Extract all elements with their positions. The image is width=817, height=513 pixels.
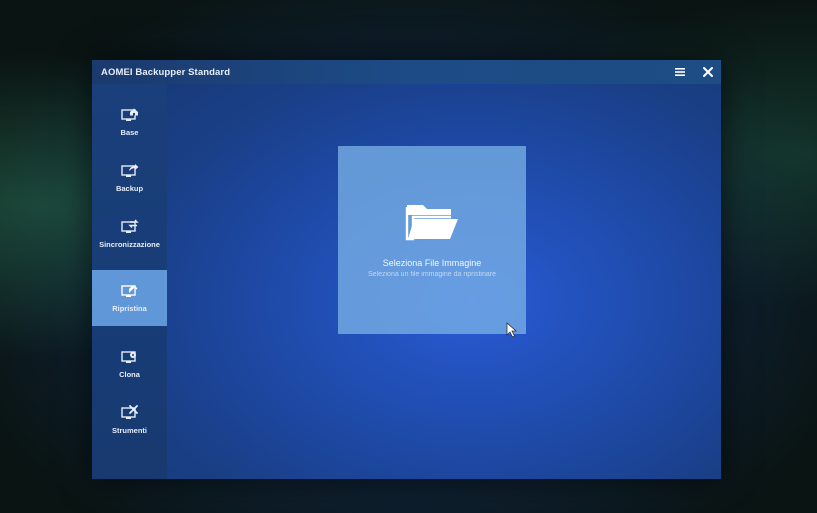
monitor-tools-icon: [120, 405, 138, 419]
main-content: Seleziona File Immagine Seleziona un fil…: [167, 84, 721, 479]
select-image-file-card[interactable]: Seleziona File Immagine Seleziona un fil…: [338, 146, 526, 334]
sidebar-item-strumenti[interactable]: Strumenti: [92, 392, 167, 448]
sidebar: Base Backup Sincronizzazione Ripristina …: [92, 84, 167, 479]
sidebar-item-backup[interactable]: Backup: [92, 150, 167, 206]
sidebar-item-ripristina[interactable]: Ripristina: [92, 270, 167, 326]
sidebar-item-label: Base: [120, 128, 139, 137]
sidebar-item-label: Ripristina: [112, 304, 147, 313]
title-bar-controls: [673, 60, 715, 84]
sidebar-item-label: Sincronizzazione: [99, 240, 160, 249]
monitor-sync-icon: [120, 219, 139, 233]
sidebar-item-sincronizzazione[interactable]: Sincronizzazione: [92, 206, 167, 262]
card-subtitle: Seleziona un file immagine da ripristina…: [367, 271, 496, 278]
folder-open-icon: [405, 205, 458, 241]
close-icon[interactable]: [701, 65, 715, 79]
monitor-clone-icon: [120, 351, 136, 363]
card-title: Seleziona File Immagine: [382, 258, 482, 268]
monitor-home-icon: [120, 108, 138, 121]
app-window: AOMEI Backupper Standard Base Backup Sin…: [92, 60, 721, 479]
sidebar-item-clona[interactable]: Clona: [92, 336, 167, 392]
hamburger-menu-icon[interactable]: [673, 65, 687, 79]
sidebar-item-label: Strumenti: [111, 426, 147, 435]
mouse-pointer-icon: [506, 322, 518, 338]
window-title: AOMEI Backupper Standard: [101, 66, 231, 78]
sidebar-item-label: Backup: [115, 184, 144, 193]
sidebar-item-label: Clona: [119, 370, 140, 379]
sidebar-item-base[interactable]: Base: [92, 94, 167, 150]
title-bar: AOMEI Backupper Standard: [92, 60, 721, 84]
monitor-export-icon: [120, 164, 138, 177]
monitor-restore-icon: [120, 285, 137, 297]
